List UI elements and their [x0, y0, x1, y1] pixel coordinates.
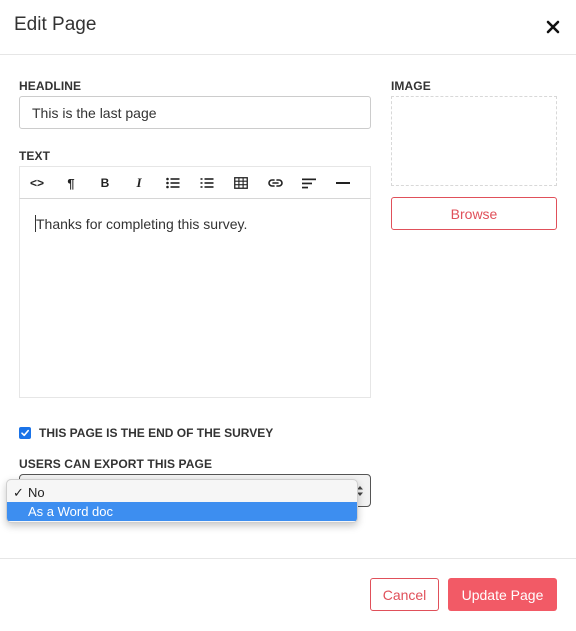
cancel-button[interactable]: Cancel — [370, 578, 439, 611]
image-dropzone[interactable] — [391, 96, 557, 186]
editor-toolbar: <> ¶ B I — [19, 166, 371, 199]
horizontal-rule-icon[interactable] — [326, 167, 360, 199]
modal-header: Edit Page — [0, 0, 576, 55]
link-icon[interactable] — [258, 167, 292, 199]
code-view-icon[interactable]: <> — [20, 167, 54, 199]
bold-icon[interactable]: B — [88, 167, 122, 199]
checkmark-icon: ✓ — [13, 485, 24, 500]
end-of-survey-checkbox[interactable] — [19, 427, 31, 439]
editor-body[interactable]: Thanks for completing this survey. — [19, 199, 371, 398]
browse-button[interactable]: Browse — [391, 197, 557, 230]
image-label: IMAGE — [391, 79, 431, 93]
text-label: TEXT — [19, 149, 51, 163]
headline-label: HEADLINE — [19, 79, 82, 93]
close-icon[interactable] — [542, 16, 564, 38]
numbered-list-icon[interactable] — [190, 167, 224, 199]
modal-title: Edit Page — [14, 14, 97, 35]
bullet-list-icon[interactable] — [156, 167, 190, 199]
paragraph-icon[interactable]: ¶ — [54, 167, 88, 199]
italic-icon[interactable]: I — [122, 167, 156, 199]
dropdown-option-word-doc[interactable]: As a Word doc — [7, 502, 357, 521]
dropdown-option-no[interactable]: ✓ No — [7, 483, 357, 502]
end-of-survey-label: THIS PAGE IS THE END OF THE SURVEY — [39, 426, 274, 440]
export-dropdown-menu: ✓ No As a Word doc — [6, 479, 358, 523]
table-icon[interactable] — [224, 167, 258, 199]
export-label: USERS CAN EXPORT THIS PAGE — [19, 457, 213, 471]
headline-input[interactable] — [19, 96, 371, 129]
align-icon[interactable] — [292, 167, 326, 199]
update-page-button[interactable]: Update Page — [448, 578, 557, 611]
editor-content: Thanks for completing this survey. — [36, 216, 248, 232]
